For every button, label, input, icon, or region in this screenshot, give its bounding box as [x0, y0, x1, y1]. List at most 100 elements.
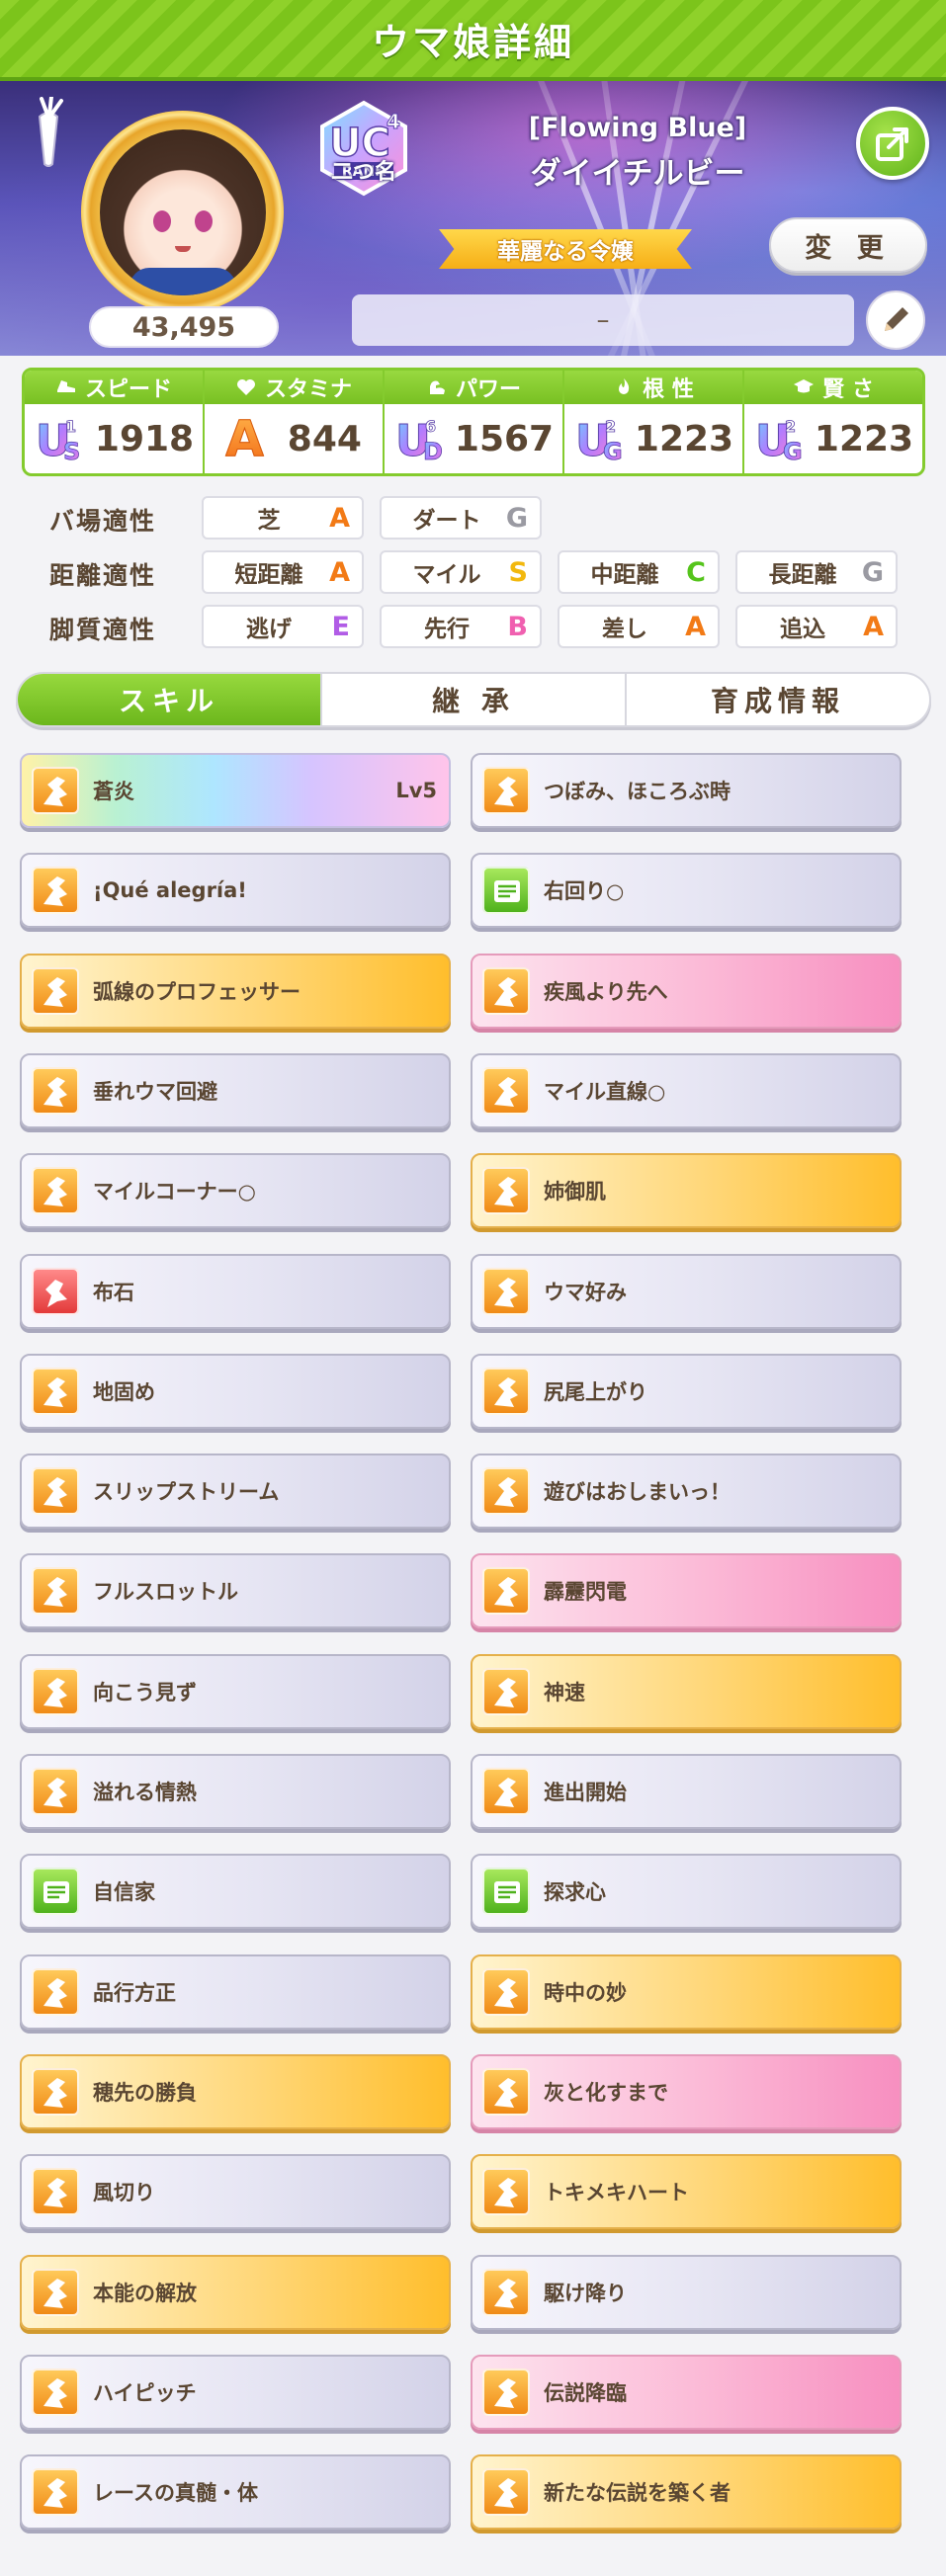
skill-card[interactable]: つぼみ、ほころぶ時 — [471, 753, 902, 828]
skill-icon — [482, 767, 530, 814]
aptitude-grade: B — [507, 611, 528, 642]
skill-icon — [32, 1367, 79, 1415]
skill-card[interactable]: 弧線のプロフェッサー — [20, 953, 451, 1029]
stat-3: 根 性 U 2 G 1223 — [564, 371, 744, 473]
skill-icon — [482, 2168, 530, 2216]
skill-name: ¡Qué alegría! — [93, 878, 247, 903]
skill-card[interactable]: 品行方正 — [20, 1953, 451, 2030]
skill-icon — [482, 1267, 530, 1315]
edit-memo-button[interactable] — [866, 291, 925, 350]
skill-card[interactable]: 向こう見ず — [20, 1653, 451, 1729]
skill-card[interactable]: 霹靂閃電 — [471, 1553, 902, 1629]
skill-card[interactable]: 蒼炎 Lv5 — [20, 753, 451, 828]
skill-card[interactable]: 穂先の勝負 — [20, 2053, 451, 2129]
stat-value: 1223 — [814, 418, 914, 459]
aptitude-label-track: バ場適性 — [49, 507, 157, 536]
skill-name: 時中の妙 — [544, 1980, 627, 2005]
skill-card[interactable]: マイルコーナー○ — [20, 1153, 451, 1229]
skill-card[interactable]: 伝説降臨 — [471, 2354, 902, 2430]
skill-card[interactable]: 本能の解放 — [20, 2254, 451, 2330]
memo-field[interactable]: – — [352, 294, 854, 346]
svg-text:2: 2 — [785, 417, 796, 436]
stat-1: スタミナ A 844 — [205, 371, 385, 473]
skill-icon — [32, 1167, 79, 1215]
svg-text:G: G — [603, 438, 623, 465]
character-avatar — [99, 128, 266, 295]
skill-card[interactable]: 遊びはおしまいっ！ — [471, 1454, 902, 1530]
skill-name: ハイピッチ — [93, 2380, 197, 2405]
skill-icon — [482, 867, 530, 915]
aptitude-turf: 芝 A — [202, 496, 364, 540]
skill-icon — [32, 2067, 79, 2116]
skill-card[interactable]: 溢れる情熱 — [20, 1754, 451, 1829]
heart-icon — [236, 379, 255, 395]
svg-text:1: 1 — [65, 417, 76, 436]
skill-icon — [32, 966, 79, 1015]
share-button[interactable] — [856, 107, 929, 180]
skill-card[interactable]: レースの真髄・体 — [20, 2454, 451, 2531]
skill-icon — [32, 1768, 79, 1815]
skill-card[interactable]: 尻尾上がり — [471, 1353, 902, 1429]
stat-header: 根 性 — [564, 371, 742, 404]
skill-card[interactable]: フルスロットル — [20, 1553, 451, 1629]
skill-name: ウマ好み — [544, 1280, 627, 1304]
skill-card[interactable]: ウマ好み — [471, 1253, 902, 1329]
tab-inheritance[interactable]: 継 承 — [322, 674, 627, 725]
aptitude-row-style: 脚質適性 逃げ E 先行 B 差し A 追込 A — [0, 605, 946, 650]
skill-card[interactable]: 探求心 — [471, 1854, 902, 1930]
stat-header: 賢 さ — [744, 371, 922, 404]
aptitude-grade: A — [329, 556, 350, 588]
skill-card[interactable]: 神速 — [471, 1653, 902, 1729]
stat-header: スピード — [25, 371, 203, 404]
skill-card[interactable]: マイル直線○ — [471, 1052, 902, 1128]
skill-card[interactable]: トキメキハート — [471, 2154, 902, 2230]
skill-icon — [482, 966, 530, 1015]
skill-card[interactable]: 右回り○ — [471, 853, 902, 929]
carrot-icon[interactable] — [26, 97, 71, 168]
skill-card[interactable]: 時中の妙 — [471, 1953, 902, 2030]
aptitude-name: 差し — [602, 617, 647, 642]
svg-text:D: D — [423, 438, 443, 465]
aptitude-chaser: 追込 A — [735, 605, 898, 648]
skill-card[interactable]: 疾風より先へ — [471, 953, 902, 1029]
skill-icon — [482, 1066, 530, 1115]
skill-name: マイルコーナー○ — [93, 1180, 256, 1205]
skill-card[interactable]: 風切り — [20, 2154, 451, 2230]
stat-grade-badge: A — [225, 410, 265, 468]
skill-card[interactable]: 布石 — [20, 1253, 451, 1329]
skill-card[interactable]: 姉御肌 — [471, 1153, 902, 1229]
stat-value: 1223 — [634, 418, 734, 459]
skill-name: 布石 — [93, 1280, 134, 1304]
stat-value: 1918 — [94, 418, 195, 459]
tab-skills[interactable]: スキル — [18, 674, 322, 725]
skill-card[interactable]: 新たな伝説を築く者 — [471, 2454, 902, 2531]
aptitude-runner: 逃げ E — [202, 605, 364, 648]
skill-name: 風切り — [93, 2181, 155, 2205]
skill-name: 自信家 — [93, 1880, 155, 1905]
skill-card[interactable]: スリップストリーム — [20, 1454, 451, 1530]
skill-card[interactable]: 地固め — [20, 1353, 451, 1429]
stat-grade-badge: U2G — [574, 416, 623, 467]
tab-training-info[interactable]: 育成情報 — [627, 674, 929, 725]
skill-card[interactable]: 垂れウマ回避 — [20, 1052, 451, 1128]
skill-card[interactable]: 自信家 — [20, 1854, 451, 1930]
skill-name: 新たな伝説を築く者 — [544, 2481, 731, 2506]
skill-icon — [482, 1768, 530, 1815]
skill-name: 弧線のプロフェッサー — [93, 979, 301, 1004]
stat-body: U 6 D 1567 — [385, 404, 562, 473]
skill-card[interactable]: ¡Qué alegría! — [20, 853, 451, 929]
stat-grade-badge: U2G — [754, 416, 803, 467]
skill-icon — [32, 1066, 79, 1115]
skill-card[interactable]: 進出開始 — [471, 1754, 902, 1829]
skill-icon — [482, 1367, 530, 1415]
aptitude-grade: A — [329, 502, 350, 534]
svg-text:6: 6 — [425, 417, 436, 436]
skill-card[interactable]: 駆け降り — [471, 2254, 902, 2330]
skill-card[interactable]: ハイピッチ — [20, 2354, 451, 2430]
character-portrait[interactable] — [81, 111, 284, 313]
skill-card[interactable]: 灰と化すまで — [471, 2053, 902, 2129]
aptitude-grade: C — [686, 556, 706, 588]
change-nickname-button[interactable]: 変 更 — [769, 217, 927, 273]
skill-name: 品行方正 — [93, 1980, 176, 2005]
aptitude-dirt: ダート G — [380, 496, 542, 540]
